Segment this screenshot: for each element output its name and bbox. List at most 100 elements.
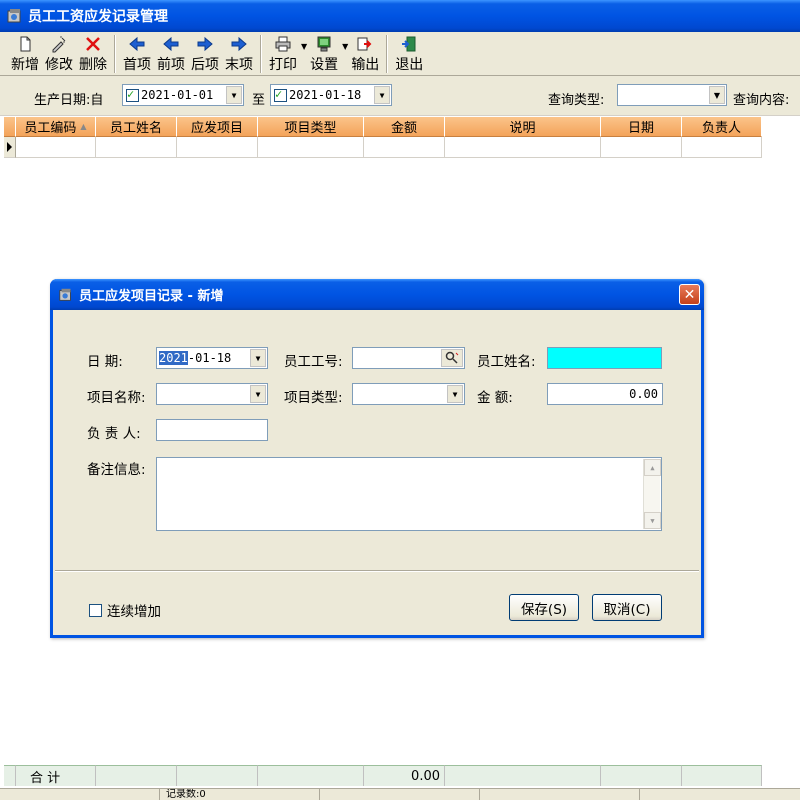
settings-dropdown-icon[interactable]: ▼ xyxy=(342,42,348,51)
last-button[interactable]: 末项 xyxy=(224,32,254,74)
amount-value: 0.00 xyxy=(629,387,658,401)
search-icon xyxy=(445,351,459,364)
column-header[interactable]: 应发项目 xyxy=(177,117,258,137)
status-cell xyxy=(0,789,160,800)
delete-button[interactable]: 删除 xyxy=(78,32,108,74)
emp-no-label: 员工工号: xyxy=(284,354,343,370)
app-icon xyxy=(6,7,24,25)
query-content-label: 查询内容: xyxy=(733,93,790,108)
close-button[interactable]: ✕ xyxy=(679,284,700,305)
emp-name-field[interactable] xyxy=(547,347,662,369)
next-button[interactable]: 后项 xyxy=(190,32,220,74)
exit-icon xyxy=(402,36,416,52)
next-icon xyxy=(197,36,213,52)
chevron-down-icon[interactable]: ▼ xyxy=(374,86,390,104)
remark-label: 备注信息: xyxy=(87,462,146,478)
sort-asc-icon: ▲ xyxy=(80,122,87,131)
settings-button[interactable]: 设置 xyxy=(309,32,339,74)
new-button[interactable]: 新增 xyxy=(10,32,40,74)
dialog-title-bar: 员工应发项目记录 - 新增 ✕ xyxy=(50,279,704,310)
amount-label: 金 额: xyxy=(477,390,513,406)
table-cell[interactable] xyxy=(258,137,364,158)
date-to-checkbox[interactable] xyxy=(274,87,287,102)
chevron-down-icon[interactable]: ▼ xyxy=(250,385,266,403)
scroll-up-icon[interactable]: ▲ xyxy=(644,459,661,476)
amount-field[interactable]: 0.00 xyxy=(547,383,663,405)
table-cell[interactable] xyxy=(445,137,601,158)
prev-button[interactable]: 前项 xyxy=(156,32,186,74)
emp-no-field[interactable] xyxy=(352,347,465,369)
date-field[interactable]: 2021 -01-18 ▼ xyxy=(156,347,268,369)
table-cell[interactable] xyxy=(601,137,682,158)
row-indicator-icon xyxy=(4,137,16,158)
table-cell[interactable] xyxy=(16,137,96,158)
lookup-button[interactable] xyxy=(441,349,463,367)
chevron-down-icon[interactable]: ▼ xyxy=(447,385,463,403)
query-type-select[interactable]: ▼ xyxy=(617,84,727,106)
date-from-picker[interactable]: 2021-01-01 ▼ xyxy=(122,84,244,106)
exit-button[interactable]: 退出 xyxy=(394,32,424,74)
dialog-divider xyxy=(55,570,699,572)
filter-bar: 生产日期:自 2021-01-01 ▼ 至 2021-01-18 ▼ 查询类型:… xyxy=(0,76,800,116)
delete-icon xyxy=(86,37,100,51)
settings-icon xyxy=(317,36,331,52)
table-cell[interactable] xyxy=(96,137,177,158)
grid-corner xyxy=(4,117,16,137)
toolbar-separator xyxy=(386,35,389,73)
table-row[interactable] xyxy=(4,137,762,158)
cancel-button[interactable]: 取消(C) xyxy=(592,594,662,621)
date-to-picker[interactable]: 2021-01-18 ▼ xyxy=(270,84,392,106)
column-header[interactable]: 员工编码 ▲ xyxy=(16,117,96,137)
print-group: 打印 ▼ xyxy=(266,32,307,74)
column-header[interactable]: 负责人 xyxy=(682,117,762,137)
remark-scrollbar[interactable]: ▲ ▼ xyxy=(643,459,661,529)
date-to-value: 2021-01-18 xyxy=(289,88,362,102)
table-cell[interactable] xyxy=(364,137,445,158)
new-icon xyxy=(20,36,31,52)
manager-label: 负 责 人: xyxy=(87,426,141,442)
continue-add-checkbox[interactable] xyxy=(89,603,102,617)
item-type-select[interactable]: ▼ xyxy=(352,383,465,405)
record-count: 记录数:0 xyxy=(160,789,320,800)
table-cell[interactable] xyxy=(682,137,762,158)
close-icon: ✕ xyxy=(683,286,696,303)
column-header[interactable]: 项目类型 xyxy=(258,117,364,137)
column-header[interactable]: 日期 xyxy=(601,117,682,137)
column-header[interactable]: 金额 xyxy=(364,117,445,137)
column-header[interactable]: 说明 xyxy=(445,117,601,137)
summary-cell xyxy=(601,765,682,786)
print-button[interactable]: 打印 xyxy=(268,32,298,74)
edit-button[interactable]: 修改 xyxy=(44,32,74,74)
first-icon xyxy=(129,36,145,52)
chevron-down-icon[interactable]: ▼ xyxy=(709,86,725,104)
save-button[interactable]: 保存(S) xyxy=(509,594,579,621)
date-to-label: 至 xyxy=(252,93,266,108)
item-type-label: 项目类型: xyxy=(284,390,343,406)
export-button[interactable]: 输出 xyxy=(350,32,380,74)
chevron-down-icon[interactable]: ▼ xyxy=(226,86,242,104)
window-title-bar: 员工工资应发记录管理 xyxy=(0,0,800,32)
date-selected-part: 2021 xyxy=(159,351,188,365)
print-icon xyxy=(275,36,291,52)
first-button[interactable]: 首项 xyxy=(122,32,152,74)
add-record-dialog: 员工应发项目记录 - 新增 ✕ 日 期: 2021 -01-18 ▼ 员工工号: … xyxy=(50,279,704,638)
summary-cell xyxy=(682,765,762,786)
toolbar-separator xyxy=(260,35,262,73)
app-icon xyxy=(58,287,74,303)
status-cell xyxy=(320,789,480,800)
table-cell[interactable] xyxy=(177,137,258,158)
summary-amount: 0.00 xyxy=(364,765,445,786)
manager-field[interactable] xyxy=(156,419,268,441)
column-header[interactable]: 员工姓名 xyxy=(96,117,177,137)
item-name-label: 项目名称: xyxy=(87,390,146,406)
scroll-down-icon[interactable]: ▼ xyxy=(644,512,661,529)
continue-add-option[interactable]: 连续增加 xyxy=(89,600,161,620)
date-from-checkbox[interactable] xyxy=(126,87,139,102)
summary-cell xyxy=(445,765,601,786)
export-icon xyxy=(357,37,372,51)
chevron-down-icon[interactable]: ▼ xyxy=(250,349,266,367)
item-name-select[interactable]: ▼ xyxy=(156,383,268,405)
summary-cell xyxy=(177,765,258,786)
remark-textarea[interactable]: ▲ ▼ xyxy=(156,457,662,531)
date-label: 日 期: xyxy=(87,354,123,370)
